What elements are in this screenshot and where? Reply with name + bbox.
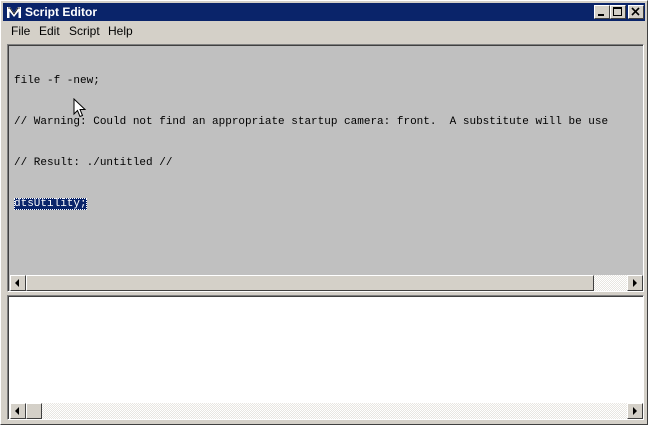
arrow-right-icon [633, 279, 637, 287]
input-scroll-left-button[interactable] [10, 403, 26, 419]
history-pane[interactable]: file -f -new; // Warning: Could not find… [7, 44, 644, 292]
history-line: // Result: ./untitled // [14, 156, 173, 169]
maximize-icon [613, 7, 622, 16]
history-line: file -f -new; [14, 75, 100, 88]
input-pane[interactable] [7, 295, 644, 420]
arrow-left-icon [15, 407, 19, 415]
history-line: // Warning: Could not find an appropriat… [14, 115, 609, 128]
menu-file[interactable]: File [11, 24, 30, 39]
history-scroll-thumb[interactable] [26, 275, 594, 291]
menu-edit[interactable]: Edit [39, 24, 60, 39]
input-scroll-right-button[interactable] [627, 403, 643, 419]
arrow-right-icon [633, 407, 637, 415]
history-horizontal-scrollbar[interactable] [10, 275, 643, 291]
title-bar[interactable]: Script Editor [3, 3, 645, 21]
minimize-button[interactable] [594, 5, 610, 19]
history-scroll-left-button[interactable] [10, 275, 26, 291]
history-text[interactable]: file -f -new; // Warning: Could not find… [14, 48, 608, 238]
maximize-button[interactable] [610, 5, 626, 19]
menu-bar: File Edit Script Help [3, 22, 645, 41]
menu-script[interactable]: Script [69, 24, 100, 39]
window-title: Script Editor [25, 5, 98, 19]
history-scroll-right-button[interactable] [627, 275, 643, 291]
history-frame: file -f -new; // Warning: Could not find… [8, 45, 643, 291]
input-scroll-track[interactable] [42, 403, 627, 419]
mouse-pointer-icon [73, 98, 87, 118]
menu-help[interactable]: Help [108, 24, 133, 39]
input-scroll-thumb[interactable] [26, 403, 42, 419]
arrow-left-icon [15, 279, 19, 287]
close-button[interactable] [628, 5, 644, 19]
close-icon [631, 7, 640, 16]
input-horizontal-scrollbar[interactable] [10, 403, 643, 419]
input-frame [8, 296, 643, 419]
minimize-icon [598, 14, 604, 16]
history-scroll-track[interactable] [594, 275, 627, 291]
maya-logo-icon [6, 4, 22, 20]
script-editor-window: Script Editor File Edit Script Help file [0, 0, 648, 425]
selected-command[interactable]: dtsUtility; [14, 197, 87, 210]
